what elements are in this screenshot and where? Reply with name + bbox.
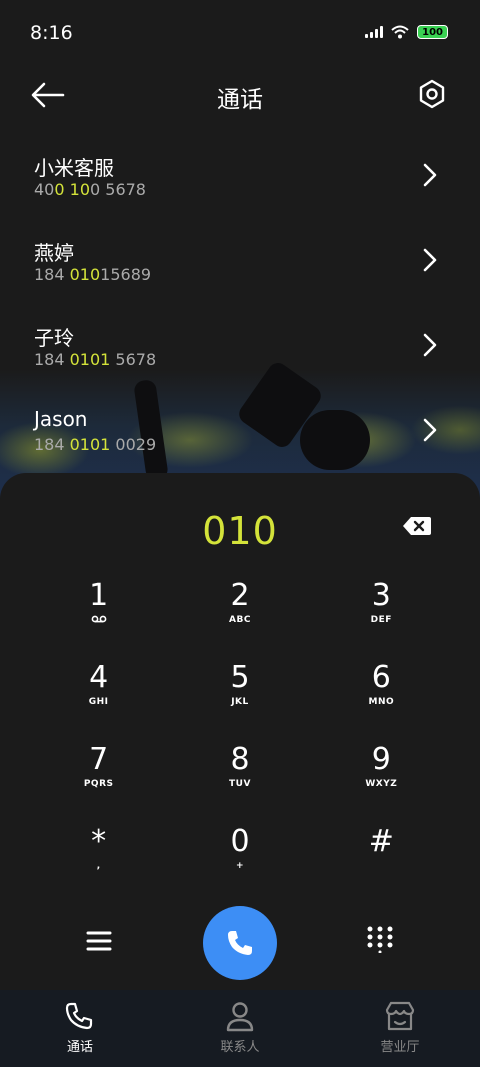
key-letters: TUV	[229, 779, 251, 789]
key-digit: 7	[89, 742, 109, 777]
nav-tab-calls[interactable]: 通话	[0, 990, 160, 1067]
key-digit: 6	[371, 660, 391, 695]
chevron-right-icon[interactable]	[422, 162, 438, 188]
number-part: 184	[34, 435, 70, 454]
contact-name: 小米客服	[34, 156, 114, 180]
number-match: 0	[54, 180, 65, 199]
number-part: 0029	[110, 435, 157, 454]
key-7[interactable]: 7 PQRS	[28, 743, 169, 825]
person-icon	[226, 1002, 254, 1032]
contact-number: 184 01015689	[34, 265, 151, 284]
key-8[interactable]: 8 TUV	[169, 743, 310, 825]
chevron-right-icon[interactable]	[422, 247, 438, 273]
voicemail-icon	[28, 615, 169, 627]
contact-name: 子玲	[34, 326, 74, 350]
key-letters: ,	[96, 861, 101, 871]
key-digit: 1	[89, 578, 109, 613]
key-letters: GHI	[88, 697, 109, 707]
result-item[interactable]: 子玲 184 0101 5678	[0, 304, 480, 389]
key-5[interactable]: 5 JKL	[169, 661, 310, 743]
key-letters: ABC	[229, 615, 251, 625]
contact-number: 400 100 5678	[34, 180, 146, 199]
phone-icon	[228, 931, 252, 955]
key-letters: WXYZ	[365, 779, 398, 789]
key-digit: 5	[230, 660, 250, 695]
search-results-list: 小米客服 400 100 5678 燕婷 184 01015689 子玲 184…	[0, 134, 480, 474]
dialer-actions	[0, 905, 480, 981]
nav-label: 联系人	[220, 1040, 260, 1055]
page-title: 通话	[217, 87, 263, 113]
nav-tab-contacts[interactable]: 联系人	[160, 990, 320, 1067]
key-digit: #	[368, 824, 394, 859]
key-digit: 4	[89, 660, 109, 695]
number-match: 10	[69, 180, 90, 199]
key-digit: *	[91, 824, 107, 859]
chevron-right-icon[interactable]	[422, 417, 438, 443]
bottom-navigation: 通话 联系人 营业厅	[0, 990, 480, 1067]
number-part: 40	[34, 180, 55, 199]
nav-label: 通话	[66, 1040, 93, 1055]
call-button[interactable]	[203, 906, 277, 980]
header: 通话	[0, 66, 480, 124]
chevron-right-icon[interactable]	[422, 332, 438, 358]
key-digit: 3	[371, 578, 391, 613]
signal-icon	[365, 26, 384, 38]
key-1[interactable]: 1	[28, 579, 169, 661]
key-3[interactable]: 3 DEF	[311, 579, 452, 661]
key-digit: 2	[230, 578, 250, 613]
key-digit: 8	[230, 742, 250, 777]
key-hash[interactable]: #	[311, 825, 452, 907]
contact-number: 184 0101 0029	[34, 435, 156, 454]
key-star[interactable]: * ,	[28, 825, 169, 907]
phone-icon	[65, 1002, 93, 1030]
wifi-icon	[391, 25, 409, 39]
status-bar: 8:16 100	[0, 0, 480, 66]
contact-name: 燕婷	[34, 241, 74, 265]
status-icons: 100	[365, 25, 448, 39]
dialpad-icon[interactable]	[366, 925, 394, 953]
number-match: 010	[69, 265, 101, 284]
number-part: 15689	[100, 265, 152, 284]
number-match: 0101	[69, 435, 111, 454]
nav-tab-store[interactable]: 营业厅	[320, 990, 480, 1067]
status-time: 8:16	[30, 22, 73, 44]
result-item[interactable]: 燕婷 184 01015689	[0, 219, 480, 304]
menu-icon[interactable]	[86, 929, 112, 953]
number-part: 184	[34, 265, 70, 284]
number-match: 0101	[69, 350, 111, 369]
key-letters	[311, 861, 452, 873]
key-letters: PQRS	[83, 779, 114, 789]
result-item[interactable]: Jason 184 0101 0029	[0, 389, 480, 474]
keypad: 1 2 ABC 3 DEF 4 GHI 5 JKL 6 MNO 7 PQRS 8…	[28, 579, 452, 907]
number-part: 0 5678	[90, 180, 146, 199]
number-part: 5678	[110, 350, 157, 369]
key-digit: 0	[230, 824, 250, 859]
dialer-panel: 010 1 2 ABC 3 DEF 4 GHI 5 JKL 6 MNO 7 PQ…	[0, 473, 480, 993]
nav-label: 营业厅	[380, 1040, 420, 1055]
key-6[interactable]: 6 MNO	[311, 661, 452, 743]
key-9[interactable]: 9 WXYZ	[311, 743, 452, 825]
backspace-icon[interactable]	[402, 515, 432, 537]
contact-name: Jason	[34, 407, 88, 431]
settings-gear-icon[interactable]	[416, 78, 448, 110]
key-4[interactable]: 4 GHI	[28, 661, 169, 743]
key-letters: MNO	[368, 697, 395, 707]
contact-number: 184 0101 5678	[34, 350, 156, 369]
key-letters: JKL	[231, 697, 249, 707]
key-letters: DEF	[370, 615, 392, 625]
number-part: 184	[34, 350, 70, 369]
key-letters: +	[235, 861, 245, 871]
key-digit: 9	[371, 742, 391, 777]
store-icon	[385, 1001, 415, 1031]
key-2[interactable]: 2 ABC	[169, 579, 310, 661]
result-item[interactable]: 小米客服 400 100 5678	[0, 134, 480, 219]
battery-icon: 100	[417, 25, 448, 39]
key-0[interactable]: 0 +	[169, 825, 310, 907]
